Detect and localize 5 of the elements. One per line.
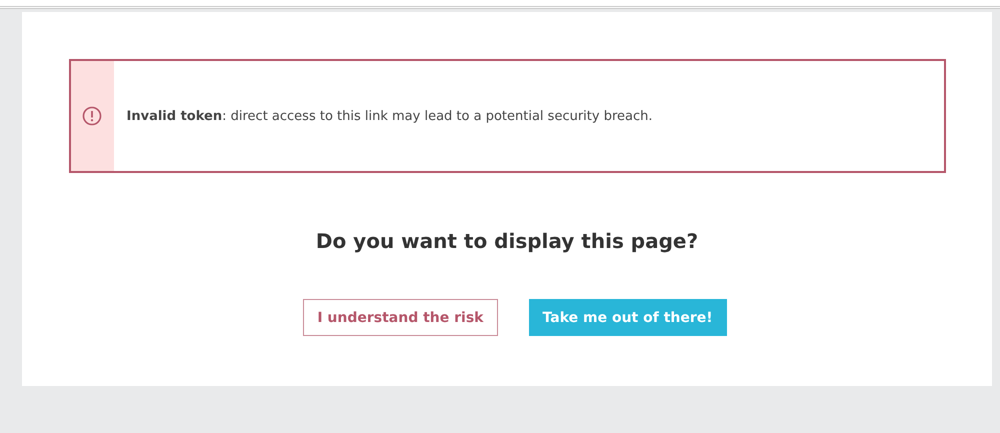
alert-message: Invalid token: direct access to this link may lead to a potential security breach.	[126, 108, 653, 124]
accept-risk-button[interactable]: I understand the risk	[303, 299, 498, 336]
warning-icon	[82, 106, 102, 126]
question-heading: Do you want to display this page?	[316, 229, 698, 253]
leave-button[interactable]: Take me out of there!	[528, 299, 727, 336]
